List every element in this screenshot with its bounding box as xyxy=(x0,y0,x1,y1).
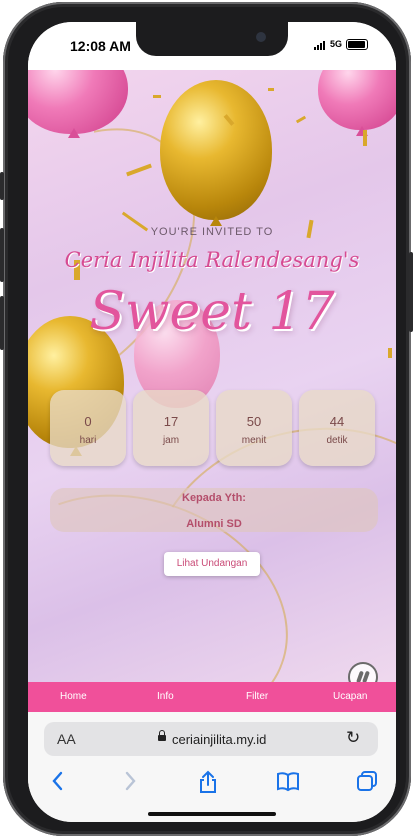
confetti xyxy=(363,130,367,146)
balloon-knot xyxy=(68,128,80,138)
book-icon[interactable] xyxy=(276,770,300,798)
confetti xyxy=(153,95,161,98)
lock-icon xyxy=(158,730,166,741)
nav-home[interactable]: Home xyxy=(60,691,87,702)
open-invitation-button[interactable]: Lihat Undangan xyxy=(164,552,260,576)
countdown-hours: 17 jam xyxy=(133,390,209,466)
countdown-value: 50 xyxy=(246,414,262,429)
dynamic-island xyxy=(136,22,288,56)
tabs-icon[interactable] xyxy=(356,770,378,798)
status-time: 12:08 AM xyxy=(70,38,131,54)
url-text[interactable]: ceriainjilita.my.id xyxy=(172,732,266,747)
reload-icon[interactable]: ↻ xyxy=(346,728,360,748)
battery-icon xyxy=(346,39,368,50)
invitation-page[interactable]: YOU'RE INVITED TO Ceria Injilita Ralende… xyxy=(28,70,396,684)
countdown-days: 0 hari xyxy=(50,390,126,466)
event-title: Sweet 17 xyxy=(89,282,335,342)
countdown-label: menit xyxy=(241,435,267,446)
celebrant-name: Ceria Injilita Ralendesang's xyxy=(64,248,360,272)
balloon-knot xyxy=(210,216,222,226)
chevron-right-icon[interactable] xyxy=(124,770,138,798)
countdown-value: 44 xyxy=(329,414,345,429)
countdown-value: 0 xyxy=(84,414,92,429)
pink-balloon xyxy=(318,70,396,130)
countdown-label: jam xyxy=(162,435,180,446)
phone-screen: 12:08 AM 5G YOU'RE INVITED TO Ceria Inji… xyxy=(28,22,396,822)
recipient-card: Kepada Yth: Alumni SD xyxy=(50,488,378,532)
address-bar[interactable]: AA ceriainjilita.my.id ↻ xyxy=(44,722,378,756)
camera-icon xyxy=(256,32,266,42)
phone-frame: 12:08 AM 5G YOU'RE INVITED TO Ceria Inji… xyxy=(0,2,413,836)
network-label: 5G xyxy=(330,39,343,49)
countdown-label: detik xyxy=(326,435,348,446)
countdown-minutes: 50 menit xyxy=(216,390,292,466)
nav-ucapan[interactable]: Ucapan xyxy=(333,691,367,702)
browser-toolbar: AA ceriainjilita.my.id ↻ xyxy=(28,712,396,822)
countdown: 0 hari 17 jam 50 menit 44 detik xyxy=(50,390,378,468)
home-indicator xyxy=(148,812,276,816)
phone-volume-up xyxy=(0,228,4,282)
nav-info[interactable]: Info xyxy=(157,691,174,702)
phone-power-button xyxy=(409,252,413,332)
phone-volume-down xyxy=(0,296,4,350)
countdown-seconds: 44 detik xyxy=(299,390,375,466)
share-icon[interactable] xyxy=(198,770,218,800)
invited-text: YOU'RE INVITED TO xyxy=(150,226,274,238)
recipient-heading: Kepada Yth: xyxy=(182,492,246,504)
bottom-nav: Home Info Filter Ucapan xyxy=(28,682,396,712)
nav-filter[interactable]: Filter xyxy=(246,691,268,702)
status-bar: 12:08 AM 5G xyxy=(28,22,396,70)
confetti xyxy=(295,115,307,124)
confetti xyxy=(388,348,392,358)
reader-text-button[interactable]: AA xyxy=(57,731,76,747)
recipient-name: Alumni SD xyxy=(186,518,242,530)
countdown-label: hari xyxy=(79,435,97,446)
gold-balloon xyxy=(160,80,272,220)
countdown-value: 17 xyxy=(163,414,179,429)
pause-music-icon[interactable] xyxy=(348,662,378,684)
confetti xyxy=(268,88,274,91)
pink-balloon xyxy=(28,70,128,134)
signal-icon xyxy=(314,40,328,50)
phone-side-button xyxy=(0,172,4,200)
chevron-left-icon[interactable] xyxy=(50,770,64,798)
